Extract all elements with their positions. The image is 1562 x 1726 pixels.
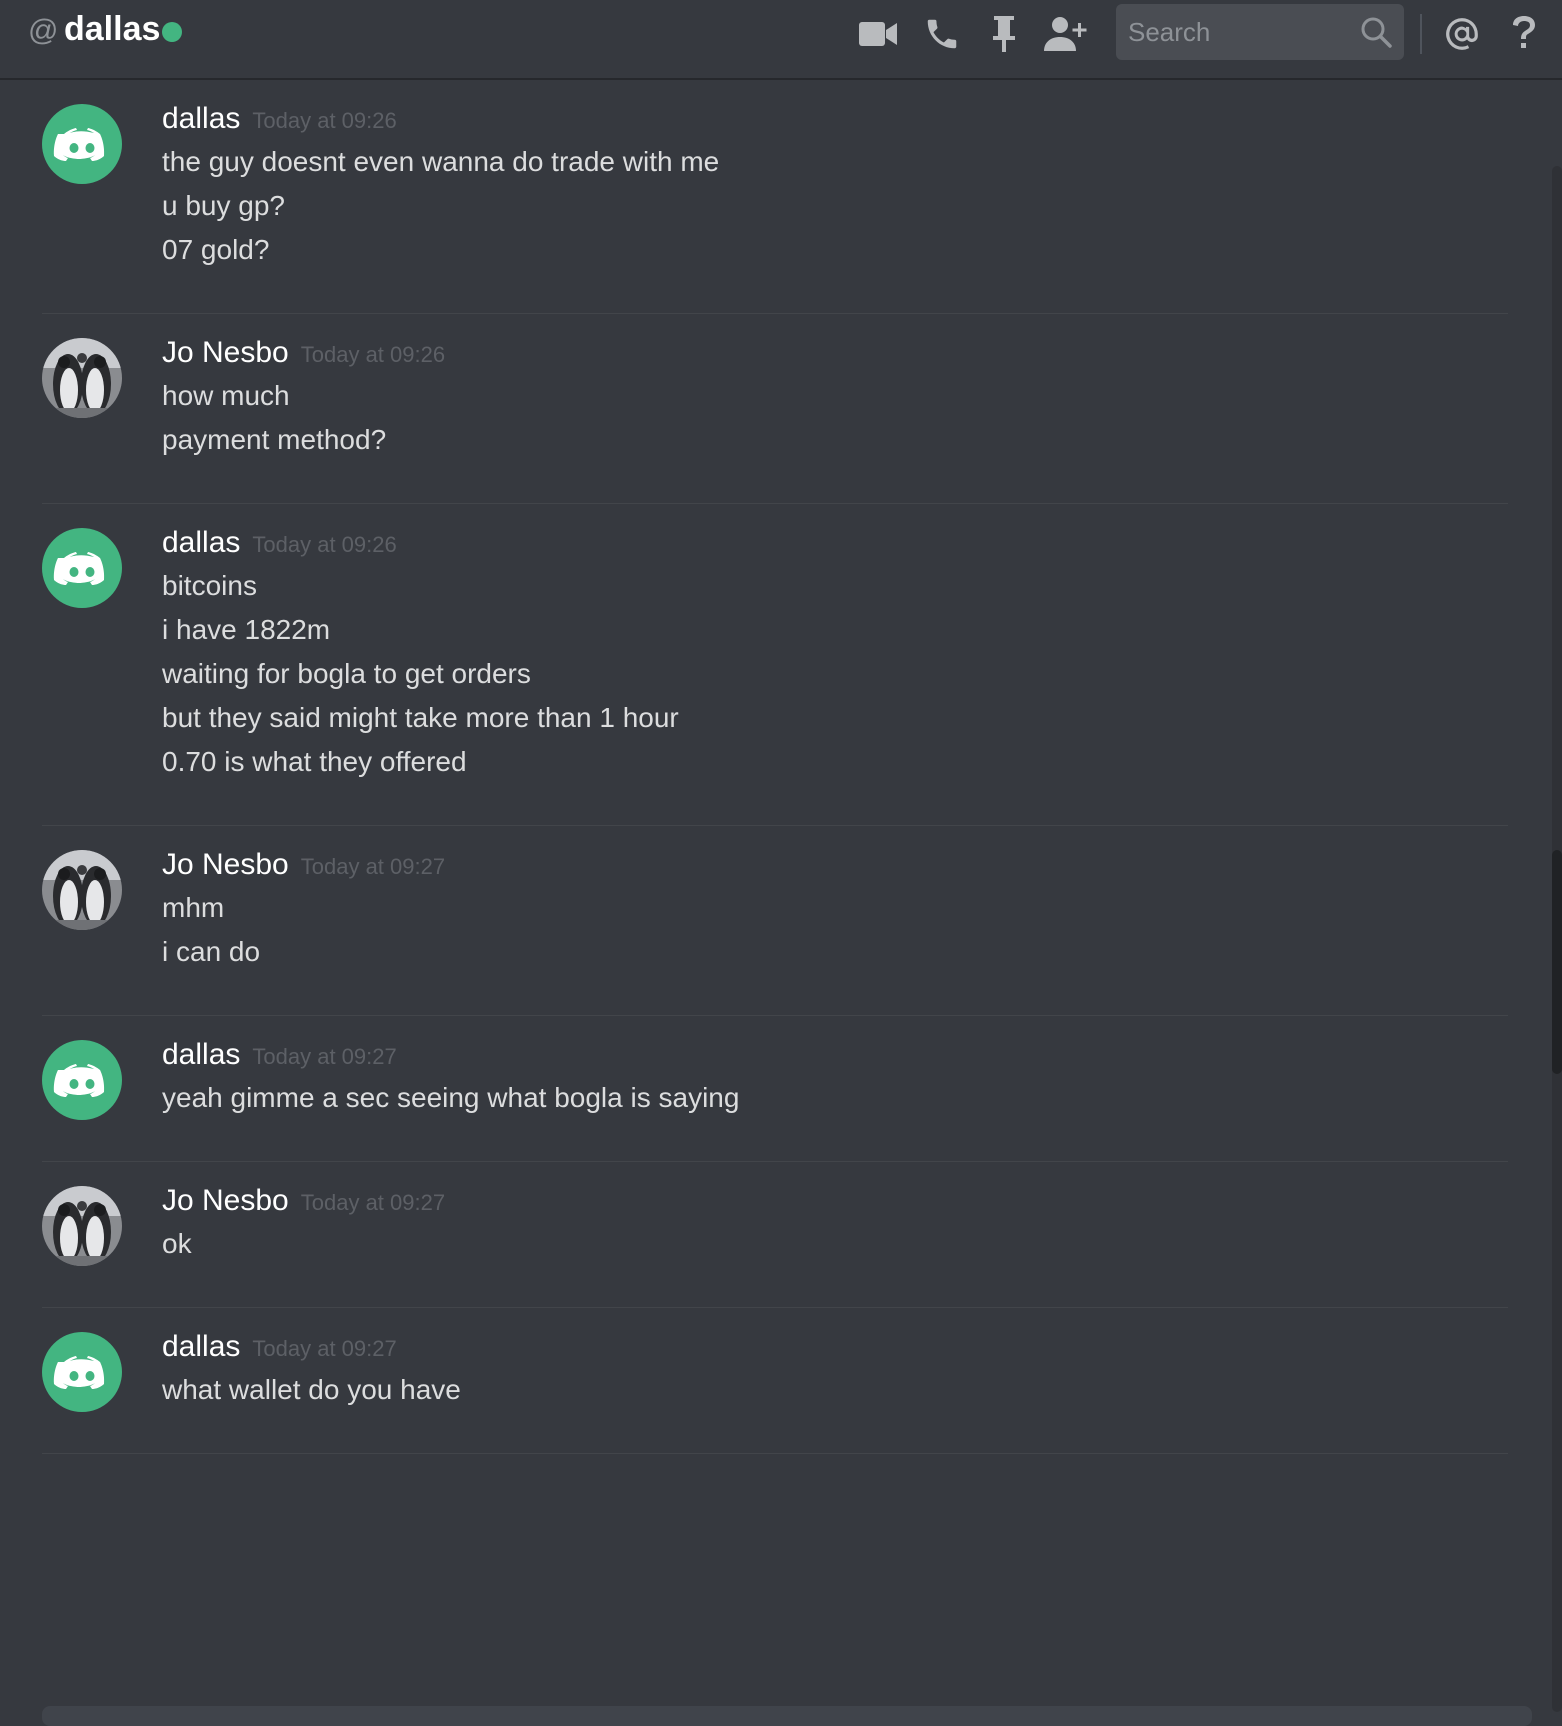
message-group: dallas Today at 09:26 the guy doesnt even …: [0, 80, 1510, 314]
dm-recipient-name: dallas: [64, 10, 161, 48]
message-author-row: dallas Today at 09:27: [162, 1330, 397, 1364]
message-divider: [42, 1453, 1508, 1454]
discord-default-avatar[interactable]: [42, 1040, 122, 1120]
message-timestamp: Today at 09:26: [300, 342, 446, 367]
message-line: mhm: [162, 892, 225, 923]
at-mention-icon[interactable]: [1440, 12, 1484, 56]
add-user-icon[interactable]: [1044, 12, 1088, 56]
message-line: 07 gold?: [162, 234, 270, 265]
message-group: dallas Today at 09:27 what wallet do you h…: [0, 1308, 1510, 1454]
message-timestamp: Today at 09:27: [300, 854, 446, 879]
message-author-row: Jo Nesbo Today at 09:27: [162, 1184, 445, 1218]
penguin-photo-avatar[interactable]: [42, 1186, 122, 1266]
message-group: dallas Today at 09:27 yeah gimme a sec see…: [0, 1016, 1510, 1162]
message-author-row: dallas Today at 09:26: [162, 102, 397, 136]
message-author-row: dallas Today at 09:26: [162, 526, 397, 560]
message-line: ok: [162, 1228, 192, 1259]
author-name[interactable]: dallas: [162, 1038, 240, 1071]
pin-icon[interactable]: [982, 12, 1026, 56]
message-line: payment method?: [162, 424, 387, 455]
message-author-row: Jo Nesbo Today at 09:26: [162, 336, 445, 370]
message-composer[interactable]: [42, 1706, 1532, 1726]
message-line: yeah gimme a sec seeing what bogla is sa…: [162, 1082, 740, 1113]
search-icon[interactable]: [1360, 16, 1392, 53]
message-group: Jo Nesbo Today at 09:27 mhm i can do: [0, 826, 1510, 1016]
author-name[interactable]: dallas: [162, 526, 240, 559]
message-author-row: Jo Nesbo Today at 09:27: [162, 848, 445, 882]
penguin-photo-avatar[interactable]: [42, 850, 122, 930]
penguin-photo-avatar[interactable]: [42, 338, 122, 418]
message-timestamp: Today at 09:26: [252, 532, 397, 557]
search-bar[interactable]: [1116, 4, 1404, 60]
message-line: what wallet do you have: [162, 1374, 461, 1405]
message-line: i can do: [162, 936, 261, 967]
scrollbar-thumb[interactable]: [1552, 850, 1562, 1074]
discord-default-avatar[interactable]: [42, 528, 122, 608]
author-name[interactable]: Jo Nesbo: [162, 1184, 289, 1217]
author-name[interactable]: Jo Nesbo: [162, 848, 289, 881]
help-icon[interactable]: [1502, 12, 1546, 56]
message-list: dallas Today at 09:26 the guy doesnt even …: [0, 80, 1562, 1726]
message-timestamp: Today at 09:27: [252, 1336, 397, 1361]
message-line: but they said might take more than 1 hou…: [162, 702, 679, 733]
message-timestamp: Today at 09:26: [252, 108, 397, 133]
discord-default-avatar[interactable]: [42, 104, 122, 184]
video-camera-icon[interactable]: [856, 12, 900, 56]
discord-default-avatar[interactable]: [42, 1332, 122, 1412]
message-timestamp: Today at 09:27: [300, 1190, 446, 1215]
channel-header: @ dallas: [0, 0, 1562, 80]
online-status-dot: [162, 22, 182, 42]
message-line: i have 1822m: [162, 614, 331, 645]
message-author-row: dallas Today at 09:27: [162, 1038, 397, 1072]
author-name[interactable]: dallas: [162, 1330, 240, 1363]
message-group: Jo Nesbo Today at 09:26 how much payment me…: [0, 314, 1510, 504]
message-line: 0.70 is what they offered: [162, 746, 467, 777]
message-timestamp: Today at 09:27: [252, 1044, 397, 1069]
message-group: dallas Today at 09:26 bitcoins i have 1822m…: [0, 504, 1510, 826]
author-name[interactable]: Jo Nesbo: [162, 336, 289, 369]
message-line: how much: [162, 380, 290, 411]
toolbar-divider: [1420, 14, 1422, 54]
search-input[interactable]: [1116, 4, 1346, 60]
message-line: waiting for bogla to get orders: [162, 658, 531, 689]
message-line: bitcoins: [162, 570, 257, 601]
phone-icon[interactable]: [920, 12, 964, 56]
author-name[interactable]: dallas: [162, 102, 240, 135]
message-line: u buy gp?: [162, 190, 285, 221]
message-line: the guy doesnt even wanna do trade with …: [162, 146, 720, 177]
message-group: Jo Nesbo Today at 09:27 ok: [0, 1162, 1510, 1308]
at-icon: @: [28, 14, 59, 47]
